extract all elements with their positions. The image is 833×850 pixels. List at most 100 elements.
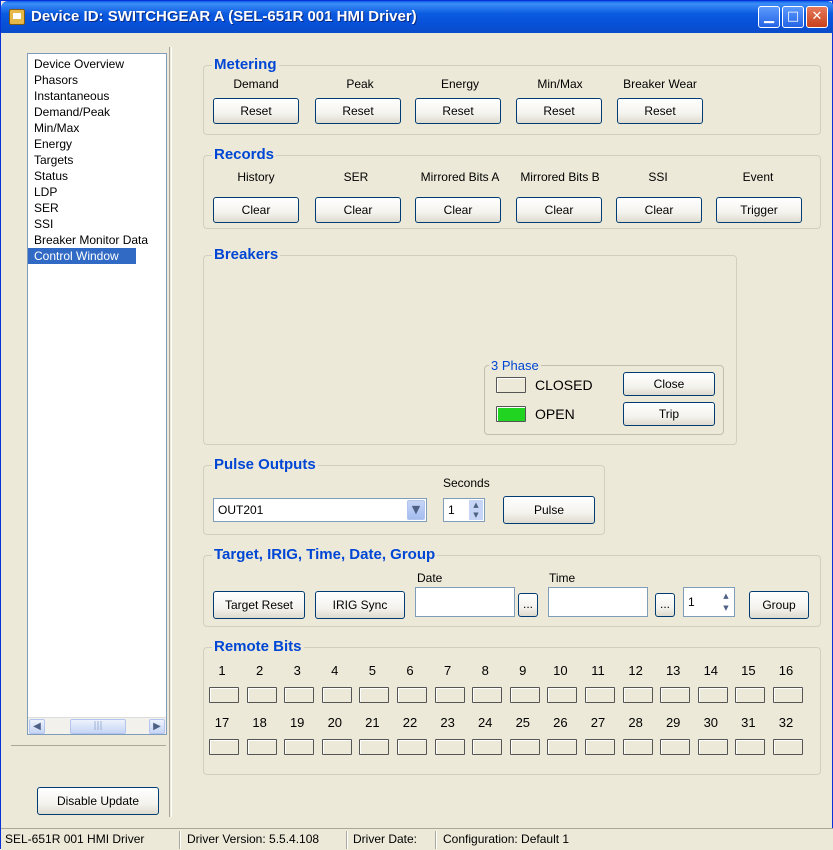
close-icon[interactable]: ✕ (806, 6, 828, 28)
remote-bit-8-toggle[interactable] (472, 687, 503, 703)
remote-bit-6-toggle[interactable] (397, 687, 427, 703)
remote-bit-2-toggle[interactable] (246, 687, 277, 703)
remote-bit-31-toggle[interactable] (735, 739, 766, 755)
remote-bit-12-toggle[interactable] (622, 687, 653, 703)
remote-bit-16-toggle[interactable] (773, 687, 803, 703)
date-field[interactable] (415, 587, 515, 617)
metering-label-demand: Demand (233, 77, 279, 91)
pulse-output-select[interactable]: OUT201 ▼ (213, 498, 427, 522)
remote-bit-24-toggle[interactable] (472, 739, 503, 755)
spinner-up-icon[interactable]: ▲ (719, 590, 733, 602)
remote-bit-22-toggle[interactable] (397, 739, 427, 755)
remote-bit-23-toggle[interactable] (434, 739, 465, 755)
remote-bit-4-toggle[interactable] (321, 687, 352, 703)
sidebar-item-min-max[interactable]: Min/Max (28, 120, 166, 136)
title-bar[interactable]: Device ID: SWITCHGEAR A (SEL-651R 001 HM… (1, 1, 833, 33)
remote-bit-label: 12 (628, 663, 643, 678)
remote-bit-27-toggle[interactable] (585, 739, 615, 755)
remote-bit-label: 28 (628, 715, 643, 730)
seconds-value: 1 (448, 503, 455, 517)
target-reset-button[interactable]: Target Reset (213, 591, 305, 619)
spinner-down-icon[interactable]: ▼ (469, 510, 483, 520)
horizontal-scrollbar[interactable]: ◀ ||| ▶ (28, 717, 166, 734)
window-title: Device ID: SWITCHGEAR A (SEL-651R 001 HM… (31, 8, 417, 25)
chevron-down-icon[interactable]: ▼ (407, 500, 425, 520)
remote-bit-9-toggle[interactable] (509, 687, 540, 703)
remote-bit-32-toggle[interactable] (773, 739, 803, 755)
remote-bit-20-toggle[interactable] (321, 739, 352, 755)
remote-bit-1-toggle[interactable] (209, 687, 239, 703)
maximize-icon[interactable]: □ (782, 6, 804, 28)
group-spinner[interactable]: 1 ▲ ▼ (683, 587, 735, 617)
minimize-icon[interactable]: ▁ (758, 6, 780, 28)
sidebar-item-energy[interactable]: Energy (28, 136, 166, 152)
records-label-ssi: SSI (648, 170, 668, 184)
spinner-up-icon[interactable]: ▲ (469, 500, 483, 510)
remote-bit-11-toggle[interactable] (585, 687, 615, 703)
date-picker-button[interactable]: ... (518, 593, 538, 617)
group-button[interactable]: Group (749, 591, 809, 619)
breaker-trip-button[interactable]: Trip (623, 402, 715, 426)
remote-bit-19-toggle[interactable] (284, 739, 315, 755)
seconds-spinner[interactable]: 1 ▲ ▼ (443, 498, 485, 522)
remote-bit-3-toggle[interactable] (284, 687, 315, 703)
remote-bit-25-toggle[interactable] (509, 739, 540, 755)
trigger-event-button[interactable]: Trigger (716, 197, 802, 223)
clear-mirrored-b-button[interactable]: Clear (516, 197, 602, 223)
sidebar-item-demand-peak[interactable]: Demand/Peak (28, 104, 166, 120)
remote-bit-7-toggle[interactable] (434, 687, 465, 703)
sidebar-item-instantaneous[interactable]: Instantaneous (28, 88, 166, 104)
disable-update-button[interactable]: Disable Update (37, 787, 159, 815)
remote-bit-17-toggle[interactable] (209, 739, 239, 755)
records-label-history: History (237, 170, 275, 184)
remote-bit-18-toggle[interactable] (246, 739, 277, 755)
scroll-right-icon[interactable]: ▶ (149, 719, 165, 734)
sidebar-item-breaker-monitor-data[interactable]: Breaker Monitor Data (28, 232, 166, 248)
remote-bit-label: 9 (519, 663, 527, 678)
scroll-thumb[interactable]: ||| (70, 719, 126, 734)
time-picker-button[interactable]: ... (655, 593, 675, 617)
time-field[interactable] (548, 587, 648, 617)
reset-breaker-wear-button[interactable]: Reset (617, 98, 703, 124)
scroll-left-icon[interactable]: ◀ (29, 719, 45, 734)
sidebar-item-targets[interactable]: Targets (28, 152, 166, 168)
pulse-button[interactable]: Pulse (503, 496, 595, 524)
sidebar-item-phasors[interactable]: Phasors (28, 72, 166, 88)
remote-bit-10-toggle[interactable] (547, 687, 578, 703)
clear-history-button[interactable]: Clear (213, 197, 299, 223)
reset-energy-button[interactable]: Reset (415, 98, 501, 124)
reset-peak-button[interactable]: Reset (315, 98, 401, 124)
clear-ser-button[interactable]: Clear (315, 197, 401, 223)
remote-bit-26-toggle[interactable] (547, 739, 578, 755)
remote-bit-21-toggle[interactable] (359, 739, 390, 755)
records-title: Records (212, 146, 277, 163)
sidebar-item-device-overview[interactable]: Device Overview (28, 56, 166, 72)
remote-bit-label: 4 (331, 663, 339, 678)
panel-divider[interactable] (169, 47, 172, 817)
spinner-down-icon[interactable]: ▼ (719, 602, 733, 614)
breaker-close-button[interactable]: Close (623, 372, 715, 396)
remote-bit-15-toggle[interactable] (735, 687, 766, 703)
reset-demand-button[interactable]: Reset (213, 98, 299, 124)
clear-mirrored-a-button[interactable]: Clear (415, 197, 501, 223)
sidebar-item-control-window[interactable]: Control Window (28, 248, 136, 264)
sidebar-item-status[interactable]: Status (28, 168, 166, 184)
view-list[interactable]: Device Overview Phasors Instantaneous Deman… (27, 53, 167, 735)
sidebar-item-ssi[interactable]: SSI (28, 216, 166, 232)
remote-bit-30-toggle[interactable] (697, 739, 728, 755)
remote-bit-label: 30 (703, 715, 719, 730)
remote-bit-29-toggle[interactable] (660, 739, 691, 755)
irig-sync-button[interactable]: IRIG Sync (315, 591, 405, 619)
remote-bit-5-toggle[interactable] (359, 687, 390, 703)
status-date: Driver Date: (353, 832, 418, 846)
group-value: 1 (688, 595, 695, 609)
remote-bit-28-toggle[interactable] (622, 739, 653, 755)
records-label-mirrored-a: Mirrored Bits A (420, 170, 500, 184)
sidebar-item-ldp[interactable]: LDP (28, 184, 166, 200)
app-window: Device ID: SWITCHGEAR A (SEL-651R 001 HM… (0, 0, 833, 850)
remote-bit-13-toggle[interactable] (660, 687, 691, 703)
remote-bit-14-toggle[interactable] (697, 687, 728, 703)
reset-minmax-button[interactable]: Reset (516, 98, 602, 124)
sidebar-item-ser[interactable]: SER (28, 200, 166, 216)
clear-ssi-button[interactable]: Clear (616, 197, 702, 223)
